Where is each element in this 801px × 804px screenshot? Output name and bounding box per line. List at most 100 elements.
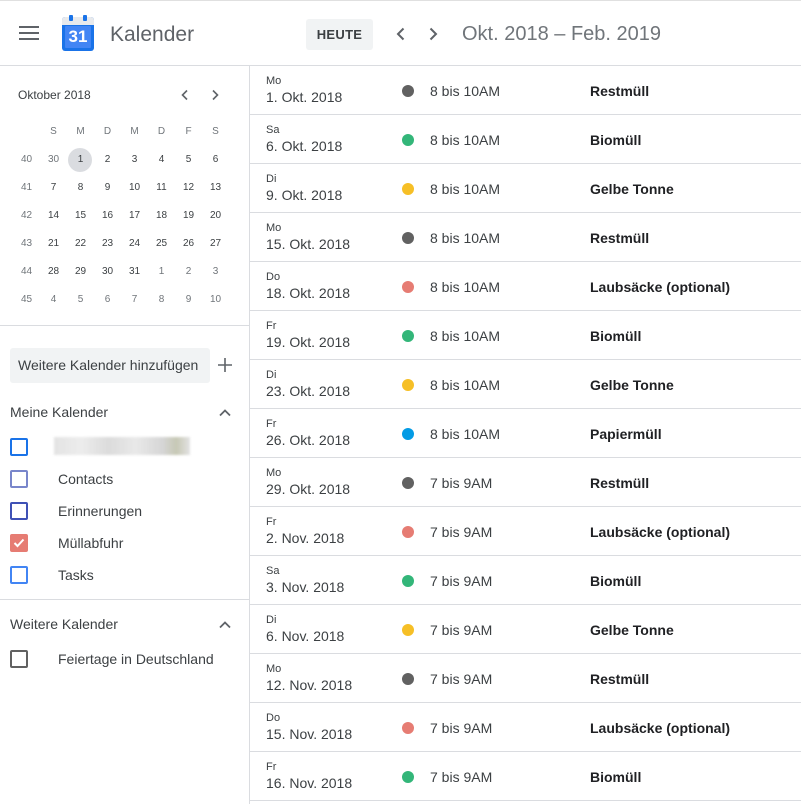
mini-day[interactable]: 14 bbox=[40, 205, 67, 227]
mini-day[interactable]: 15 bbox=[67, 205, 94, 227]
mini-day[interactable]: 11 bbox=[148, 177, 175, 199]
mini-day[interactable]: 16 bbox=[94, 205, 121, 227]
my-calendars-heading[interactable]: Meine Kalender bbox=[10, 404, 108, 420]
mini-day[interactable]: 27 bbox=[202, 233, 229, 255]
mini-day[interactable]: 2 bbox=[94, 149, 121, 171]
checkbox-checked[interactable] bbox=[10, 534, 28, 552]
mini-day[interactable]: 28 bbox=[40, 261, 67, 283]
event-row[interactable]: Mo 12. Nov. 2018 7 bis 9AM Restmüll bbox=[250, 654, 801, 703]
event-row[interactable]: Di 9. Okt. 2018 8 bis 10AM Gelbe Tonne bbox=[250, 164, 801, 213]
event-row[interactable]: Sa 6. Okt. 2018 8 bis 10AM Biomüll bbox=[250, 115, 801, 164]
mini-day[interactable]: 6 bbox=[202, 149, 229, 171]
event-date: 1. Okt. 2018 bbox=[266, 89, 343, 105]
mini-day[interactable]: 22 bbox=[67, 233, 94, 255]
week-number[interactable]: 42 bbox=[13, 205, 40, 227]
mini-day[interactable]: 7 bbox=[40, 177, 67, 199]
mini-day[interactable]: 3 bbox=[121, 149, 148, 171]
event-row[interactable]: Do 18. Okt. 2018 8 bis 10AM Laubsäcke (opti… bbox=[250, 262, 801, 311]
mini-day[interactable]: 8 bbox=[148, 289, 175, 311]
mini-day[interactable]: 4 bbox=[40, 289, 67, 311]
checkbox[interactable] bbox=[10, 650, 28, 668]
week-number[interactable]: 40 bbox=[13, 149, 40, 171]
today-button[interactable]: HEUTE bbox=[306, 19, 373, 50]
mini-day[interactable]: 8 bbox=[67, 177, 94, 199]
mini-day[interactable]: 19 bbox=[175, 205, 202, 227]
event-row[interactable]: Fr 19. Okt. 2018 8 bis 10AM Biomüll bbox=[250, 311, 801, 360]
next-period-icon[interactable] bbox=[424, 25, 442, 43]
mini-day[interactable]: 5 bbox=[175, 149, 202, 171]
mini-day[interactable]: 21 bbox=[40, 233, 67, 255]
checkbox[interactable] bbox=[10, 438, 28, 456]
mini-day[interactable]: 24 bbox=[121, 233, 148, 255]
event-title: Laubsäcke (optional) bbox=[590, 720, 731, 736]
collapse-other-calendars-icon[interactable] bbox=[218, 618, 232, 632]
mini-day[interactable]: 4 bbox=[148, 149, 175, 171]
week-number[interactable]: 45 bbox=[13, 289, 40, 311]
mini-day[interactable]: 31 bbox=[121, 261, 148, 283]
week-number[interactable]: 41 bbox=[13, 177, 40, 199]
event-row[interactable]: Mo 1. Okt. 2018 8 bis 10AM Restmüll bbox=[250, 66, 801, 115]
calendar-item[interactable]: Feiertage in Deutschland bbox=[0, 643, 249, 675]
week-number[interactable]: 43 bbox=[13, 233, 40, 255]
mini-day[interactable]: 9 bbox=[94, 177, 121, 199]
event-row[interactable]: Fr 16. Nov. 2018 7 bis 9AM Biomüll bbox=[250, 752, 801, 801]
week-number[interactable]: 44 bbox=[13, 261, 40, 283]
week-number-header bbox=[13, 121, 40, 143]
mini-prev-month-icon[interactable] bbox=[177, 87, 193, 103]
mini-day[interactable]: 25 bbox=[148, 233, 175, 255]
calendar-item[interactable]: Müllabfuhr bbox=[0, 527, 249, 559]
event-row[interactable]: Di 23. Okt. 2018 8 bis 10AM Gelbe Tonne bbox=[250, 360, 801, 409]
add-calendar-plus-icon[interactable] bbox=[217, 357, 233, 373]
mini-day[interactable]: 5 bbox=[67, 289, 94, 311]
mini-calendar-grid: S M D M D F S 40 30 1 2 3 4 5 6 41 7 8 9 10 11 12 13 42 14 15 16 17… bbox=[13, 118, 229, 314]
collapse-my-calendars-icon[interactable] bbox=[218, 406, 232, 420]
checkbox[interactable] bbox=[10, 502, 28, 520]
calendar-item[interactable] bbox=[0, 431, 249, 463]
calendar-logo-icon[interactable]: 31 bbox=[62, 15, 94, 51]
mini-day[interactable]: 7 bbox=[121, 289, 148, 311]
event-weekday: Fr bbox=[266, 320, 277, 332]
calendar-item[interactable]: Tasks bbox=[0, 559, 249, 591]
mini-day[interactable]: 10 bbox=[202, 289, 229, 311]
mini-day[interactable]: 13 bbox=[202, 177, 229, 199]
event-row[interactable]: Di 6. Nov. 2018 7 bis 9AM Gelbe Tonne bbox=[250, 605, 801, 654]
event-row[interactable]: Sa 3. Nov. 2018 7 bis 9AM Biomüll bbox=[250, 556, 801, 605]
mini-day[interactable]: 26 bbox=[175, 233, 202, 255]
mini-day[interactable]: 30 bbox=[40, 149, 67, 171]
event-row[interactable]: Mo 15. Okt. 2018 8 bis 10AM Restmüll bbox=[250, 213, 801, 262]
mini-day[interactable]: 1 bbox=[148, 261, 175, 283]
event-time: 8 bis 10AM bbox=[430, 426, 501, 442]
mini-day[interactable]: 2 bbox=[175, 261, 202, 283]
event-row[interactable]: Fr 2. Nov. 2018 7 bis 9AM Laubsäcke (option… bbox=[250, 507, 801, 556]
event-color-dot-icon bbox=[402, 232, 414, 244]
event-time: 7 bis 9AM bbox=[430, 769, 493, 785]
mini-week-row: 44 28 29 30 31 1 2 3 bbox=[13, 258, 229, 286]
mini-day[interactable]: 10 bbox=[121, 177, 148, 199]
checkbox[interactable] bbox=[10, 470, 28, 488]
mini-day-selected[interactable]: 1 bbox=[67, 148, 94, 172]
event-row[interactable]: Do 15. Nov. 2018 7 bis 9AM Laubsäcke (optio… bbox=[250, 703, 801, 752]
mini-day[interactable]: 3 bbox=[202, 261, 229, 283]
mini-day[interactable]: 17 bbox=[121, 205, 148, 227]
mini-day[interactable]: 9 bbox=[175, 289, 202, 311]
event-row[interactable]: Fr 26. Okt. 2018 8 bis 10AM Papiermüll bbox=[250, 409, 801, 458]
other-calendars-heading[interactable]: Weitere Kalender bbox=[10, 616, 118, 632]
mini-day[interactable]: 6 bbox=[94, 289, 121, 311]
calendar-item[interactable]: Erinnerungen bbox=[0, 495, 249, 527]
mini-day[interactable]: 20 bbox=[202, 205, 229, 227]
add-calendar-input[interactable]: Weitere Kalender hinzufügen bbox=[10, 348, 210, 383]
event-weekday: Mo bbox=[266, 663, 282, 675]
mini-day[interactable]: 12 bbox=[175, 177, 202, 199]
mini-day[interactable]: 23 bbox=[94, 233, 121, 255]
mini-next-month-icon[interactable] bbox=[207, 87, 223, 103]
mini-day[interactable]: 18 bbox=[148, 205, 175, 227]
main-menu-icon[interactable] bbox=[19, 26, 39, 42]
calendar-item[interactable]: Contacts bbox=[0, 463, 249, 495]
mini-day[interactable]: 29 bbox=[67, 261, 94, 283]
event-color-dot-icon bbox=[402, 575, 414, 587]
event-row[interactable]: Mo 29. Okt. 2018 7 bis 9AM Restmüll bbox=[250, 458, 801, 507]
event-time: 7 bis 9AM bbox=[430, 671, 493, 687]
mini-day[interactable]: 30 bbox=[94, 261, 121, 283]
previous-period-icon[interactable] bbox=[392, 25, 410, 43]
checkbox[interactable] bbox=[10, 566, 28, 584]
